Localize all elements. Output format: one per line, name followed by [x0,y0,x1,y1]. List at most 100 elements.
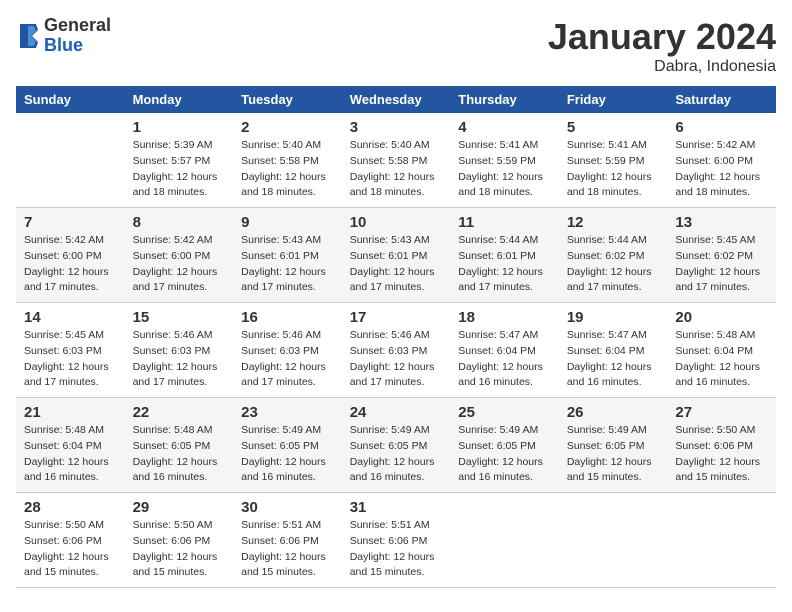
day-number: 17 [350,309,443,326]
day-number: 9 [241,214,334,231]
page-title: January 2024 [548,16,776,58]
sunset-label: Sunset: 6:03 PM [133,345,211,357]
calendar-cell: 22 Sunrise: 5:48 AM Sunset: 6:05 PM Dayl… [125,398,234,493]
logo-general: General [44,16,111,36]
daylight-label: Daylight: 12 hours and 15 minutes. [241,551,326,579]
sunrise-label: Sunrise: 5:50 AM [24,519,104,531]
sunset-label: Sunset: 6:00 PM [133,250,211,262]
daylight-label: Daylight: 12 hours and 17 minutes. [24,361,109,389]
day-number: 7 [24,214,117,231]
sunrise-label: Sunrise: 5:49 AM [458,424,538,436]
sunrise-label: Sunrise: 5:49 AM [241,424,321,436]
sunset-label: Sunset: 6:06 PM [24,535,102,547]
day-number: 28 [24,499,117,516]
daylight-label: Daylight: 12 hours and 18 minutes. [133,171,218,199]
daylight-label: Daylight: 12 hours and 18 minutes. [458,171,543,199]
daylight-label: Daylight: 12 hours and 16 minutes. [458,361,543,389]
day-info: Sunrise: 5:49 AM Sunset: 6:05 PM Dayligh… [567,423,660,486]
calendar-cell: 15 Sunrise: 5:46 AM Sunset: 6:03 PM Dayl… [125,303,234,398]
daylight-label: Daylight: 12 hours and 18 minutes. [567,171,652,199]
day-number: 4 [458,119,551,136]
day-number: 8 [133,214,226,231]
sunrise-label: Sunrise: 5:48 AM [24,424,104,436]
calendar-cell: 30 Sunrise: 5:51 AM Sunset: 6:06 PM Dayl… [233,493,342,588]
sunset-label: Sunset: 6:03 PM [24,345,102,357]
sunrise-label: Sunrise: 5:51 AM [241,519,321,531]
logo-text: General Blue [44,16,111,56]
sunset-label: Sunset: 6:06 PM [675,440,753,452]
daylight-label: Daylight: 12 hours and 15 minutes. [350,551,435,579]
day-number: 2 [241,119,334,136]
day-number: 26 [567,404,660,421]
day-info: Sunrise: 5:44 AM Sunset: 6:01 PM Dayligh… [458,233,551,296]
day-number: 15 [133,309,226,326]
day-number: 31 [350,499,443,516]
day-info: Sunrise: 5:51 AM Sunset: 6:06 PM Dayligh… [350,518,443,581]
day-number: 22 [133,404,226,421]
daylight-label: Daylight: 12 hours and 16 minutes. [24,456,109,484]
day-info: Sunrise: 5:39 AM Sunset: 5:57 PM Dayligh… [133,138,226,201]
day-number: 5 [567,119,660,136]
sunset-label: Sunset: 6:06 PM [350,535,428,547]
sunrise-label: Sunrise: 5:50 AM [675,424,755,436]
daylight-label: Daylight: 12 hours and 18 minutes. [350,171,435,199]
day-info: Sunrise: 5:50 AM Sunset: 6:06 PM Dayligh… [24,518,117,581]
day-info: Sunrise: 5:46 AM Sunset: 6:03 PM Dayligh… [241,328,334,391]
calendar-day-header: Thursday [450,86,559,113]
day-info: Sunrise: 5:46 AM Sunset: 6:03 PM Dayligh… [133,328,226,391]
daylight-label: Daylight: 12 hours and 17 minutes. [24,266,109,294]
daylight-label: Daylight: 12 hours and 18 minutes. [675,171,760,199]
day-number: 10 [350,214,443,231]
day-info: Sunrise: 5:51 AM Sunset: 6:06 PM Dayligh… [241,518,334,581]
calendar-cell: 25 Sunrise: 5:49 AM Sunset: 6:05 PM Dayl… [450,398,559,493]
day-number: 13 [675,214,768,231]
sunset-label: Sunset: 6:04 PM [24,440,102,452]
daylight-label: Daylight: 12 hours and 16 minutes. [675,361,760,389]
sunset-label: Sunset: 6:01 PM [458,250,536,262]
sunset-label: Sunset: 6:05 PM [241,440,319,452]
calendar-cell: 21 Sunrise: 5:48 AM Sunset: 6:04 PM Dayl… [16,398,125,493]
day-number: 30 [241,499,334,516]
calendar-table: SundayMondayTuesdayWednesdayThursdayFrid… [16,86,776,588]
calendar-cell: 9 Sunrise: 5:43 AM Sunset: 6:01 PM Dayli… [233,208,342,303]
calendar-cell: 10 Sunrise: 5:43 AM Sunset: 6:01 PM Dayl… [342,208,451,303]
calendar-cell: 27 Sunrise: 5:50 AM Sunset: 6:06 PM Dayl… [667,398,776,493]
day-number: 25 [458,404,551,421]
calendar-cell: 3 Sunrise: 5:40 AM Sunset: 5:58 PM Dayli… [342,113,451,208]
calendar-cell: 28 Sunrise: 5:50 AM Sunset: 6:06 PM Dayl… [16,493,125,588]
calendar-cell: 14 Sunrise: 5:45 AM Sunset: 6:03 PM Dayl… [16,303,125,398]
daylight-label: Daylight: 12 hours and 16 minutes. [458,456,543,484]
calendar-cell: 2 Sunrise: 5:40 AM Sunset: 5:58 PM Dayli… [233,113,342,208]
day-info: Sunrise: 5:42 AM Sunset: 6:00 PM Dayligh… [24,233,117,296]
sunrise-label: Sunrise: 5:47 AM [567,329,647,341]
sunrise-label: Sunrise: 5:45 AM [675,234,755,246]
calendar-cell: 6 Sunrise: 5:42 AM Sunset: 6:00 PM Dayli… [667,113,776,208]
sunrise-label: Sunrise: 5:41 AM [567,139,647,151]
calendar-cell [450,493,559,588]
day-number: 19 [567,309,660,326]
sunrise-label: Sunrise: 5:46 AM [133,329,213,341]
sunrise-label: Sunrise: 5:49 AM [567,424,647,436]
sunrise-label: Sunrise: 5:48 AM [675,329,755,341]
page-subtitle: Dabra, Indonesia [548,58,776,76]
calendar-day-header: Wednesday [342,86,451,113]
calendar-cell: 11 Sunrise: 5:44 AM Sunset: 6:01 PM Dayl… [450,208,559,303]
daylight-label: Daylight: 12 hours and 15 minutes. [675,456,760,484]
logo-icon [16,22,40,50]
sunset-label: Sunset: 6:05 PM [350,440,428,452]
sunrise-label: Sunrise: 5:39 AM [133,139,213,151]
calendar-day-header: Sunday [16,86,125,113]
daylight-label: Daylight: 12 hours and 16 minutes. [133,456,218,484]
day-number: 21 [24,404,117,421]
calendar-cell: 7 Sunrise: 5:42 AM Sunset: 6:00 PM Dayli… [16,208,125,303]
day-info: Sunrise: 5:50 AM Sunset: 6:06 PM Dayligh… [133,518,226,581]
sunrise-label: Sunrise: 5:50 AM [133,519,213,531]
sunset-label: Sunset: 6:06 PM [241,535,319,547]
day-info: Sunrise: 5:40 AM Sunset: 5:58 PM Dayligh… [350,138,443,201]
calendar-cell: 12 Sunrise: 5:44 AM Sunset: 6:02 PM Dayl… [559,208,668,303]
day-info: Sunrise: 5:45 AM Sunset: 6:02 PM Dayligh… [675,233,768,296]
sunrise-label: Sunrise: 5:42 AM [133,234,213,246]
sunset-label: Sunset: 5:58 PM [350,155,428,167]
daylight-label: Daylight: 12 hours and 17 minutes. [675,266,760,294]
sunset-label: Sunset: 5:59 PM [567,155,645,167]
